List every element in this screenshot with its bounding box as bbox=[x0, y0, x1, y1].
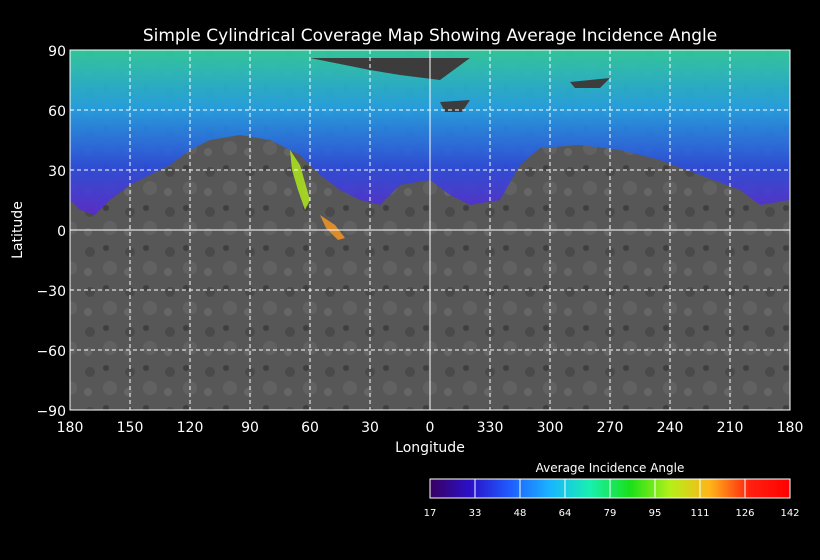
y-tick-label: −30 bbox=[36, 284, 66, 300]
y-tick-label: 90 bbox=[48, 44, 66, 60]
y-tick-label: 30 bbox=[48, 164, 66, 180]
x-tick-label: 150 bbox=[117, 420, 144, 436]
x-tick-label: 180 bbox=[777, 420, 804, 436]
colorbar-tick-label: 126 bbox=[735, 508, 754, 519]
colorbar-tick-label: 111 bbox=[690, 508, 709, 519]
colorbar-tick-label: 79 bbox=[604, 508, 617, 519]
y-axis-label: Latitude bbox=[10, 201, 26, 259]
x-tick-label: 240 bbox=[657, 420, 684, 436]
y-tick-label: −60 bbox=[36, 344, 66, 360]
colorbar-tick-label: 142 bbox=[780, 508, 799, 519]
map-title: Simple Cylindrical Coverage Map Showing … bbox=[143, 26, 717, 46]
y-tick-label: −90 bbox=[36, 404, 66, 420]
y-tick-label: 60 bbox=[48, 104, 66, 120]
y-tick-label: 0 bbox=[57, 224, 66, 240]
colorbar-tick-label: 48 bbox=[514, 508, 527, 519]
y-tick-labels: 90 60 30 0 −30 −60 −90 bbox=[36, 44, 66, 420]
x-tick-label: 270 bbox=[597, 420, 624, 436]
x-tick-label: 330 bbox=[477, 420, 504, 436]
x-tick-label: 60 bbox=[301, 420, 319, 436]
colorbar-title: Average Incidence Angle bbox=[536, 461, 685, 475]
colorbar-tick-label: 95 bbox=[649, 508, 662, 519]
x-tick-label: 210 bbox=[717, 420, 744, 436]
colorbar-tick-label: 17 bbox=[424, 508, 437, 519]
x-tick-label: 30 bbox=[361, 420, 379, 436]
x-axis-label: Longitude bbox=[395, 440, 465, 456]
x-tick-labels: 180 150 120 90 60 30 0 330 300 270 240 210 180 bbox=[57, 420, 804, 436]
colorbar-tick-label: 64 bbox=[559, 508, 572, 519]
x-tick-label: 120 bbox=[177, 420, 204, 436]
x-tick-label: 300 bbox=[537, 420, 564, 436]
coverage-map-figure: Simple Cylindrical Coverage Map Showing … bbox=[10, 26, 804, 519]
x-tick-label: 180 bbox=[57, 420, 84, 436]
x-tick-label: 90 bbox=[241, 420, 259, 436]
colorbar-tick-label: 33 bbox=[469, 508, 482, 519]
colorbar: Average Incidence Angle 17 33 48 64 79 95 111 1… bbox=[424, 461, 800, 519]
x-tick-label: 0 bbox=[426, 420, 435, 436]
